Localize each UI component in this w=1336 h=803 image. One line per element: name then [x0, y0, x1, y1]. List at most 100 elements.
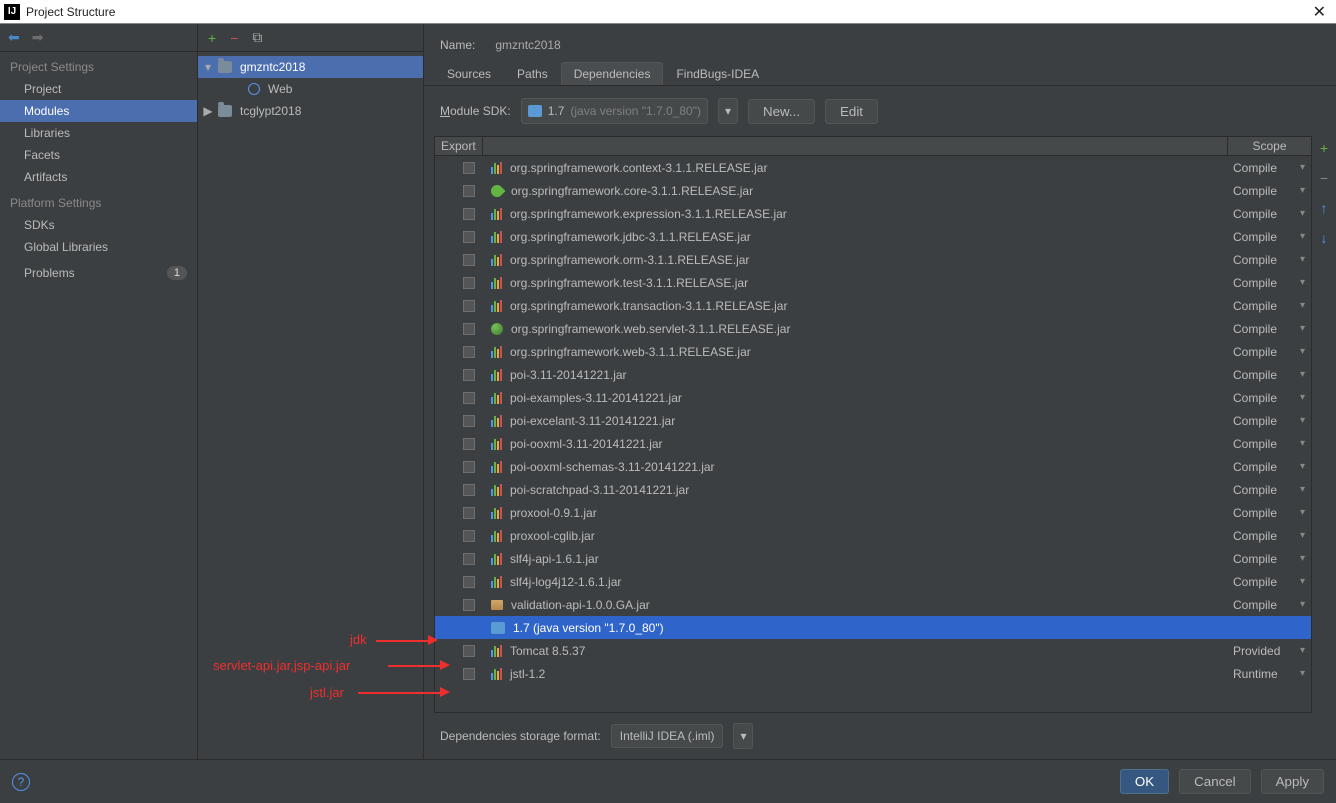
dep-remove-icon[interactable]: −: [1320, 170, 1328, 186]
dependency-row[interactable]: slf4j-log4j12-1.6.1.jarCompile▾: [435, 570, 1311, 593]
scope-caret-icon[interactable]: ▾: [1300, 530, 1311, 541]
export-checkbox[interactable]: [463, 576, 475, 588]
export-checkbox[interactable]: [463, 645, 475, 657]
tree-remove-icon[interactable]: −: [230, 30, 238, 46]
tab-findbugs-idea[interactable]: FindBugs-IDEA: [663, 62, 772, 85]
export-checkbox[interactable]: [463, 553, 475, 565]
sidebar-item-facets[interactable]: Facets: [0, 144, 197, 166]
sdk-dropdown-caret-icon[interactable]: ▾: [718, 98, 738, 124]
module-tree[interactable]: ▾gmzntc2018Web▶tcglypt2018: [198, 52, 423, 759]
export-checkbox[interactable]: [463, 208, 475, 220]
sidebar-item-sdks[interactable]: SDKs: [0, 214, 197, 236]
sidebar-problems[interactable]: Problems 1: [0, 258, 197, 284]
tab-dependencies[interactable]: Dependencies: [561, 62, 664, 85]
scope-caret-icon[interactable]: ▾: [1300, 277, 1311, 288]
tree-twisty-icon[interactable]: ▶: [202, 104, 214, 118]
scope-caret-icon[interactable]: ▾: [1300, 415, 1311, 426]
dependency-row[interactable]: org.springframework.jdbc-3.1.1.RELEASE.j…: [435, 225, 1311, 248]
dependency-row[interactable]: validation-api-1.0.0.GA.jarCompile▾: [435, 593, 1311, 616]
scope-caret-icon[interactable]: ▾: [1300, 484, 1311, 495]
scope-caret-icon[interactable]: ▾: [1300, 553, 1311, 564]
scope-caret-icon[interactable]: ▾: [1300, 323, 1311, 334]
sidebar-item-libraries[interactable]: Libraries: [0, 122, 197, 144]
scope-caret-icon[interactable]: ▾: [1300, 507, 1311, 518]
dependency-row[interactable]: Tomcat 8.5.37Provided▾: [435, 639, 1311, 662]
dependency-row[interactable]: org.springframework.web-3.1.1.RELEASE.ja…: [435, 340, 1311, 363]
export-checkbox[interactable]: [463, 392, 475, 404]
nav-forward-icon[interactable]: ➡: [32, 29, 44, 46]
tree-copy-icon[interactable]: ⧉: [252, 29, 262, 46]
storage-format-caret-icon[interactable]: ▾: [733, 723, 753, 749]
module-sdk-select[interactable]: 1.7 (java version "1.7.0_80"): [521, 98, 708, 124]
export-checkbox[interactable]: [463, 277, 475, 289]
export-checkbox[interactable]: [463, 507, 475, 519]
sdk-new-button[interactable]: New...: [748, 99, 815, 124]
cancel-button[interactable]: Cancel: [1179, 769, 1251, 794]
dep-add-icon[interactable]: +: [1320, 140, 1328, 156]
tab-paths[interactable]: Paths: [504, 62, 561, 85]
export-checkbox[interactable]: [463, 599, 475, 611]
apply-button[interactable]: Apply: [1261, 769, 1324, 794]
scope-caret-icon[interactable]: ▾: [1300, 254, 1311, 265]
scope-caret-icon[interactable]: ▾: [1300, 369, 1311, 380]
tree-add-icon[interactable]: +: [208, 30, 216, 46]
scope-caret-icon[interactable]: ▾: [1300, 231, 1311, 242]
export-checkbox[interactable]: [463, 415, 475, 427]
scope-caret-icon[interactable]: ▾: [1300, 300, 1311, 311]
export-checkbox[interactable]: [463, 185, 475, 197]
dependency-row[interactable]: poi-examples-3.11-20141221.jarCompile▾: [435, 386, 1311, 409]
nav-back-icon[interactable]: ⬅: [8, 29, 20, 46]
dependency-row[interactable]: org.springframework.context-3.1.1.RELEAS…: [435, 156, 1311, 179]
scope-caret-icon[interactable]: ▾: [1300, 392, 1311, 403]
tree-node[interactable]: ▾gmzntc2018: [198, 56, 423, 78]
dependency-row[interactable]: proxool-0.9.1.jarCompile▾: [435, 501, 1311, 524]
scope-caret-icon[interactable]: ▾: [1300, 599, 1311, 610]
scope-caret-icon[interactable]: ▾: [1300, 668, 1311, 679]
export-checkbox[interactable]: [463, 484, 475, 496]
dependency-row[interactable]: org.springframework.core-3.1.1.RELEASE.j…: [435, 179, 1311, 202]
dependency-row[interactable]: poi-scratchpad-3.11-20141221.jarCompile▾: [435, 478, 1311, 501]
scope-caret-icon[interactable]: ▾: [1300, 208, 1311, 219]
dep-down-icon[interactable]: ↓: [1321, 230, 1328, 246]
scope-caret-icon[interactable]: ▾: [1300, 162, 1311, 173]
dependency-row[interactable]: org.springframework.test-3.1.1.RELEASE.j…: [435, 271, 1311, 294]
dependency-row[interactable]: org.springframework.transaction-3.1.1.RE…: [435, 294, 1311, 317]
dependency-row[interactable]: proxool-cglib.jarCompile▾: [435, 524, 1311, 547]
col-scope-header[interactable]: Scope: [1227, 137, 1311, 155]
ok-button[interactable]: OK: [1120, 769, 1169, 794]
export-checkbox[interactable]: [463, 323, 475, 335]
close-icon[interactable]: ✕: [1307, 2, 1332, 22]
dependency-row[interactable]: poi-3.11-20141221.jarCompile▾: [435, 363, 1311, 386]
export-checkbox[interactable]: [463, 369, 475, 381]
tree-node[interactable]: ▶tcglypt2018: [198, 100, 423, 122]
sidebar-item-modules[interactable]: Modules: [0, 100, 197, 122]
scope-caret-icon[interactable]: ▾: [1300, 576, 1311, 587]
sdk-edit-button[interactable]: Edit: [825, 99, 878, 124]
export-checkbox[interactable]: [463, 461, 475, 473]
export-checkbox[interactable]: [463, 231, 475, 243]
export-checkbox[interactable]: [463, 162, 475, 174]
scope-caret-icon[interactable]: ▾: [1300, 461, 1311, 472]
dependency-row[interactable]: poi-ooxml-3.11-20141221.jarCompile▾: [435, 432, 1311, 455]
dependency-row[interactable]: slf4j-api-1.6.1.jarCompile▾: [435, 547, 1311, 570]
export-checkbox[interactable]: [463, 346, 475, 358]
dependency-row[interactable]: org.springframework.expression-3.1.1.REL…: [435, 202, 1311, 225]
export-checkbox[interactable]: [463, 438, 475, 450]
dependency-row[interactable]: poi-excelant-3.11-20141221.jarCompile▾: [435, 409, 1311, 432]
dependency-row[interactable]: jstl-1.2Runtime▾: [435, 662, 1311, 685]
sidebar-item-artifacts[interactable]: Artifacts: [0, 166, 197, 188]
dependency-row[interactable]: poi-ooxml-schemas-3.11-20141221.jarCompi…: [435, 455, 1311, 478]
col-export-header[interactable]: Export: [435, 137, 483, 155]
dependency-row[interactable]: org.springframework.orm-3.1.1.RELEASE.ja…: [435, 248, 1311, 271]
scope-caret-icon[interactable]: ▾: [1300, 185, 1311, 196]
scope-caret-icon[interactable]: ▾: [1300, 346, 1311, 357]
dependency-row[interactable]: org.springframework.web.servlet-3.1.1.RE…: [435, 317, 1311, 340]
tab-sources[interactable]: Sources: [434, 62, 504, 85]
help-icon[interactable]: ?: [12, 773, 30, 791]
storage-format-select[interactable]: IntelliJ IDEA (.iml): [611, 724, 724, 748]
dependency-row[interactable]: 1.7 (java version "1.7.0_80"): [435, 616, 1311, 639]
tree-node[interactable]: Web: [198, 78, 423, 100]
export-checkbox[interactable]: [463, 300, 475, 312]
export-checkbox[interactable]: [463, 668, 475, 680]
sidebar-item-project[interactable]: Project: [0, 78, 197, 100]
